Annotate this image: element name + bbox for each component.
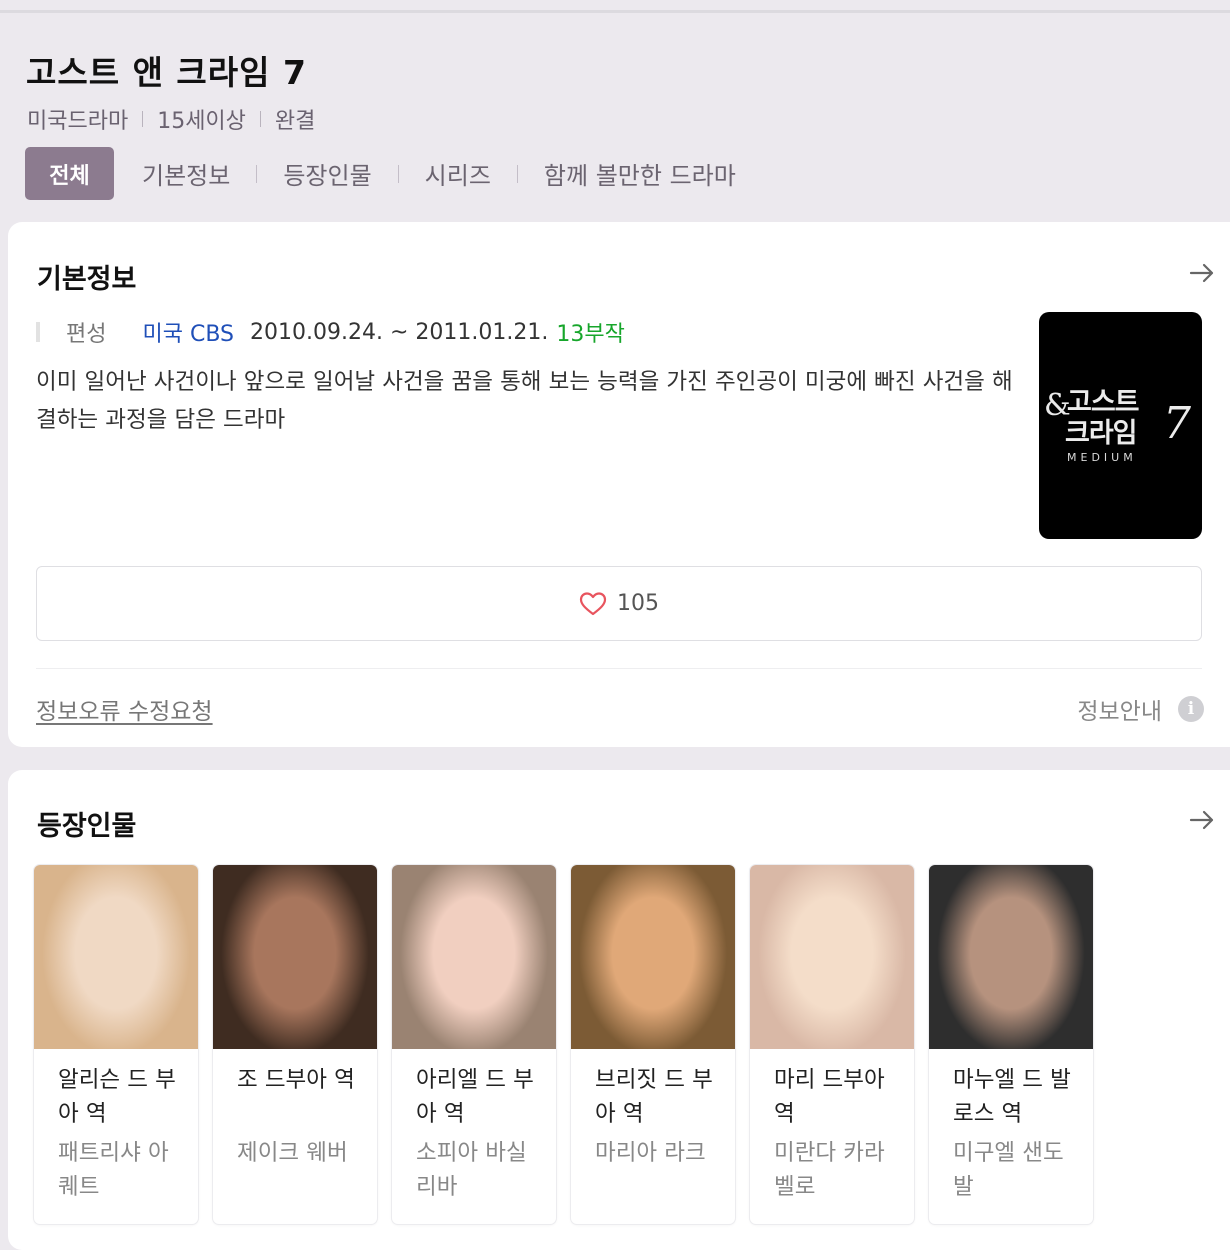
cast-actor: 미구엘 샌도발 <box>953 1140 1064 1200</box>
meta-separator <box>142 111 144 127</box>
cast-item[interactable]: 브리짓 드 부아 역 마리아 라크 <box>571 865 735 1224</box>
cast-list: 알리슨 드 부아 역 패트리샤 아퀘트 조 드부아 역 제이크 웨버 아리엘 드… <box>34 865 1108 1224</box>
air-dates: 2010.09.24. ~ 2011.01.21. <box>250 319 549 345</box>
poster-number: 7 <box>1163 398 1191 449</box>
info-icon: i <box>1178 696 1204 722</box>
tab-cast[interactable]: 등장인물 <box>283 156 371 191</box>
cast-photo <box>929 865 1093 1049</box>
cast-item[interactable]: 마누엘 드 발로스 역 미구엘 샌도발 <box>929 865 1093 1224</box>
synopsis: 이미 일어난 사건이나 앞으로 일어날 사건을 꿈을 통해 보는 능력을 가진 … <box>36 369 1013 433</box>
tab-separator <box>397 164 399 183</box>
cast-role: 아리엘 드 부아 역 <box>416 1067 534 1127</box>
arrow-right-icon[interactable] <box>1188 259 1216 287</box>
status: 완결 <box>274 109 316 134</box>
cast-item[interactable]: 아리엘 드 부아 역 소피아 바실리바 <box>392 865 556 1224</box>
poster-subtitle: MEDIUM <box>1067 451 1137 464</box>
episode-count: 13부작 <box>556 322 625 347</box>
tab-all[interactable]: 전체 <box>25 147 114 200</box>
cast-actor: 소피아 바실리바 <box>416 1140 527 1200</box>
meta-line: 미국드라마 15세이상 완결 <box>27 103 315 135</box>
tab-bar: 전체 기본정보 등장인물 시리즈 함께 볼만한 드라마 <box>25 147 736 200</box>
arrow-right-icon[interactable] <box>1188 806 1216 834</box>
cast-photo <box>392 865 556 1049</box>
tab-separator <box>516 164 518 183</box>
cast-photo <box>213 865 377 1049</box>
row-marker <box>36 322 40 342</box>
cast-actor: 마리아 라크 <box>595 1140 706 1166</box>
cast-actor: 미란다 카라벨로 <box>774 1140 885 1200</box>
basic-info-card: 기본정보 편성 미국 CBS 2010.09.24. ~ 2011.01.21.… <box>8 222 1230 747</box>
genre: 미국드라마 <box>27 109 129 134</box>
page-title: 고스트 앤 크라임 7 <box>26 53 307 92</box>
broadcast-label: 편성 <box>66 322 107 347</box>
tab-series[interactable]: 시리즈 <box>425 156 491 191</box>
cast-photo <box>34 865 198 1049</box>
cast-item[interactable]: 알리슨 드 부아 역 패트리샤 아퀘트 <box>34 865 198 1224</box>
cast-role: 알리슨 드 부아 역 <box>58 1067 176 1127</box>
cast-item[interactable]: 마리 드부아 역 미란다 카라벨로 <box>750 865 914 1224</box>
cast-actor: 제이크 웨버 <box>237 1140 348 1166</box>
info-guide[interactable]: 정보안내 i <box>1077 692 1204 726</box>
tab-recommended[interactable]: 함께 볼만한 드라마 <box>544 156 736 191</box>
cast-photo <box>750 865 914 1049</box>
age-rating: 15세이상 <box>157 109 246 134</box>
like-count: 105 <box>617 591 659 616</box>
poster-image[interactable]: & 고스트 크라임 7 MEDIUM <box>1039 312 1202 539</box>
top-divider <box>0 10 1230 13</box>
cast-role: 마누엘 드 발로스 역 <box>953 1067 1071 1127</box>
cast-actor: 패트리샤 아퀘트 <box>58 1140 169 1200</box>
broadcast-row: 편성 미국 CBS 2010.09.24. ~ 2011.01.21. 13부작 <box>36 316 625 348</box>
edit-request-link[interactable]: 정보오류 수정요청 <box>36 692 213 726</box>
cast-role: 조 드부아 역 <box>237 1067 355 1093</box>
cast-card: 등장인물 알리슨 드 부아 역 패트리샤 아퀘트 조 드부아 역 제이크 웨버 … <box>8 770 1230 1250</box>
cast-role: 브리짓 드 부아 역 <box>595 1067 713 1127</box>
network-link[interactable]: 미국 CBS <box>142 316 234 348</box>
tab-basic-info[interactable]: 기본정보 <box>142 156 230 191</box>
cast-photo <box>571 865 735 1049</box>
cast-role: 마리 드부아 역 <box>774 1067 885 1127</box>
poster-title-line2: 크라임 <box>1065 418 1138 449</box>
info-guide-label: 정보안내 <box>1077 699 1162 725</box>
meta-separator <box>259 111 261 127</box>
heart-icon <box>579 591 607 615</box>
section-divider <box>36 668 1202 669</box>
basic-info-title: 기본정보 <box>37 264 137 295</box>
cast-title: 등장인물 <box>37 811 137 842</box>
cast-item[interactable]: 조 드부아 역 제이크 웨버 <box>213 865 377 1224</box>
like-button[interactable]: 105 <box>36 566 1202 641</box>
tab-separator <box>256 164 258 183</box>
